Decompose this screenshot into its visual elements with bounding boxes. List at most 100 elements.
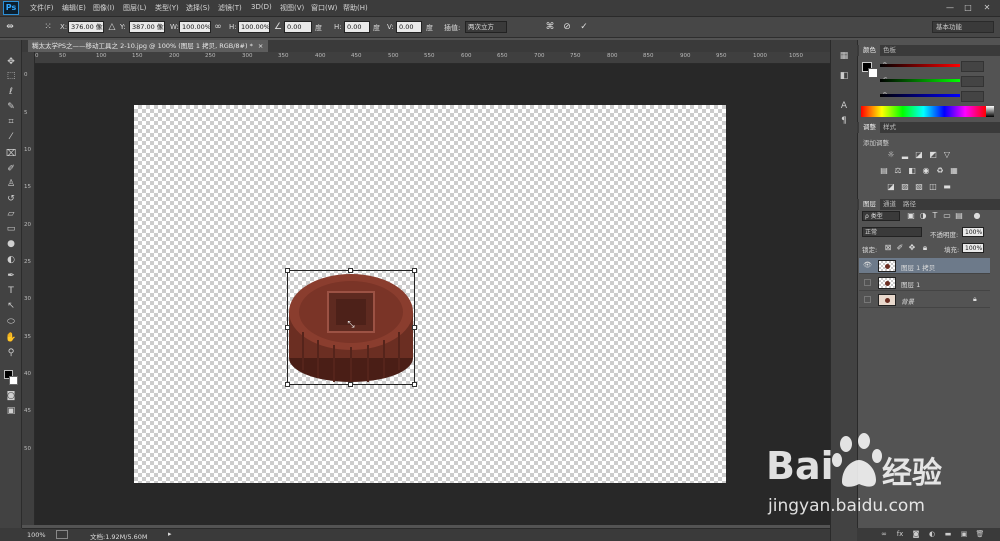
green-slider[interactable]	[880, 79, 960, 82]
menu-type[interactable]: 类型(Y)	[155, 3, 179, 13]
filter-shape-icon[interactable]: ▭	[942, 211, 952, 221]
transform-handle-right[interactable]	[412, 325, 417, 330]
menu-image[interactable]: 图像(I)	[93, 3, 115, 13]
color-balance-icon[interactable]: ⚖	[893, 166, 903, 176]
black-white-icon[interactable]: ◧	[907, 166, 917, 176]
hand-tool-icon[interactable]: ✋	[5, 332, 17, 344]
transform-handle-top[interactable]	[348, 268, 353, 273]
filter-type-icon[interactable]: T	[930, 211, 940, 221]
visibility-box-icon[interactable]	[864, 296, 871, 303]
blend-mode-select[interactable]: 正常	[862, 227, 922, 237]
lock-all-icon[interactable]: 🔒︎	[920, 243, 930, 253]
properties-panel-icon[interactable]: ◧	[838, 70, 850, 82]
tab-color[interactable]: 颜色	[859, 45, 880, 56]
selective-color-icon[interactable]: ◫	[928, 182, 938, 192]
dodge-tool-icon[interactable]: ◐	[5, 254, 17, 266]
healing-brush-tool-icon[interactable]: ⌧	[5, 148, 17, 160]
angle-field[interactable]: 0.00	[284, 21, 312, 33]
threshold-icon[interactable]: ▧	[914, 182, 924, 192]
eyedropper-tool-icon[interactable]: ⁄	[5, 131, 17, 143]
relative-position-icon[interactable]: △	[106, 21, 118, 33]
menu-help[interactable]: 帮助(H)	[343, 3, 368, 13]
marquee-tool-icon[interactable]: ⬚	[5, 70, 17, 82]
opacity-field[interactable]: 100%	[962, 227, 984, 237]
layer-name[interactable]: 背景	[901, 296, 914, 306]
link-icon[interactable]: ∞	[212, 21, 224, 33]
layer-row[interactable]: 👁︎ 图层 1 拷贝	[859, 258, 990, 274]
history-panel-icon[interactable]: ▦	[838, 50, 850, 62]
maximize-button[interactable]: □	[960, 2, 976, 14]
vibrance-icon[interactable]: ▽	[942, 150, 952, 160]
paragraph-panel-icon[interactable]: ¶	[838, 115, 850, 127]
transform-handle-top-left[interactable]	[285, 268, 290, 273]
filter-adjust-icon[interactable]: ◑	[918, 211, 928, 221]
lasso-tool-icon[interactable]: ℓ	[5, 86, 17, 98]
posterize-icon[interactable]: ▨	[900, 182, 910, 192]
filter-smart-icon[interactable]: ▤	[954, 211, 964, 221]
menu-select[interactable]: 选择(S)	[186, 3, 210, 13]
type-tool-icon[interactable]: T	[5, 285, 17, 297]
color-lookup-icon[interactable]: ▦	[949, 166, 959, 176]
add-mask-icon[interactable]: ◙	[911, 530, 921, 539]
filter-pixel-icon[interactable]: ▣	[906, 211, 916, 221]
crop-tool-icon[interactable]: ⌗	[5, 116, 17, 128]
hskew-field[interactable]: 0.00	[344, 21, 370, 33]
green-value-field[interactable]	[961, 76, 984, 87]
invert-icon[interactable]: ◪	[886, 182, 896, 192]
transform-handle-left[interactable]	[285, 325, 290, 330]
tab-styles[interactable]: 样式	[879, 122, 900, 133]
blue-slider[interactable]	[880, 94, 960, 97]
lock-transparent-icon[interactable]: ⊠	[883, 243, 893, 253]
eraser-tool-icon[interactable]: ▱	[5, 208, 17, 220]
gradient-map-icon[interactable]: ▬	[942, 182, 952, 192]
move-tool-preset-icon[interactable]: ⇹	[4, 21, 16, 33]
layer-row[interactable]: 背景 🔒︎	[859, 292, 990, 308]
menu-layer[interactable]: 图层(L)	[123, 3, 146, 13]
exposure-icon[interactable]: ◩	[928, 150, 938, 160]
vskew-field[interactable]: 0.00	[396, 21, 422, 33]
levels-icon[interactable]: ▂	[900, 150, 910, 160]
transform-handle-bottom-right[interactable]	[412, 382, 417, 387]
zoom-tool-icon[interactable]: ⚲	[5, 347, 17, 359]
transform-handle-top-right[interactable]	[412, 268, 417, 273]
red-slider[interactable]	[880, 64, 960, 67]
layer-filter-select[interactable]: ρ 类型	[862, 211, 900, 221]
link-layers-icon[interactable]: ∞	[879, 530, 889, 539]
x-position-field[interactable]: 376.00 像素	[68, 21, 104, 33]
quick-mask-icon[interactable]: ◙	[5, 390, 17, 402]
gradient-tool-icon[interactable]: ▭	[5, 223, 17, 235]
lock-position-icon[interactable]: ✥	[907, 243, 917, 253]
tab-paths[interactable]: 路径	[899, 199, 920, 210]
width-field[interactable]: 100.00%	[179, 21, 211, 33]
tab-channels[interactable]: 通道	[879, 199, 900, 210]
menu-window[interactable]: 窗口(W)	[311, 3, 337, 13]
filter-toggle-icon[interactable]: ●	[972, 211, 982, 221]
eye-icon[interactable]: 👁︎	[863, 261, 872, 270]
new-group-icon[interactable]: ▬	[943, 530, 953, 539]
visibility-box-icon[interactable]	[864, 279, 871, 286]
move-tool-icon[interactable]: ✥	[5, 56, 17, 68]
path-select-tool-icon[interactable]: ↖	[5, 300, 17, 312]
color-spectrum-bar[interactable]	[861, 106, 986, 117]
layer-style-icon[interactable]: fx	[895, 530, 905, 539]
layer-name[interactable]: 图层 1 拷贝	[901, 262, 935, 272]
layer-name[interactable]: 图层 1	[901, 279, 920, 289]
shape-tool-icon[interactable]: ⬭	[5, 316, 17, 328]
menu-view[interactable]: 视图(V)	[280, 3, 304, 13]
quick-select-tool-icon[interactable]: ✎	[5, 101, 17, 113]
brush-tool-icon[interactable]: ✐	[5, 163, 17, 175]
brightness-icon[interactable]: ☼	[886, 150, 896, 160]
status-icon[interactable]	[56, 530, 68, 539]
red-value-field[interactable]	[961, 61, 984, 72]
menu-file[interactable]: 文件(F)	[30, 3, 54, 13]
screen-mode-icon[interactable]: ▣	[5, 405, 17, 417]
status-menu-arrow-icon[interactable]: ▸	[168, 530, 172, 538]
layer-row[interactable]: 图层 1	[859, 275, 990, 291]
color-background-swatch[interactable]	[868, 68, 878, 78]
history-brush-tool-icon[interactable]: ↺	[5, 193, 17, 205]
menu-filter[interactable]: 滤镜(T)	[218, 3, 242, 13]
background-color-swatch[interactable]	[9, 376, 18, 385]
delete-layer-icon[interactable]: 🗑︎	[975, 530, 985, 539]
menu-3d[interactable]: 3D(D)	[251, 3, 272, 11]
minimize-button[interactable]: —	[942, 2, 958, 14]
